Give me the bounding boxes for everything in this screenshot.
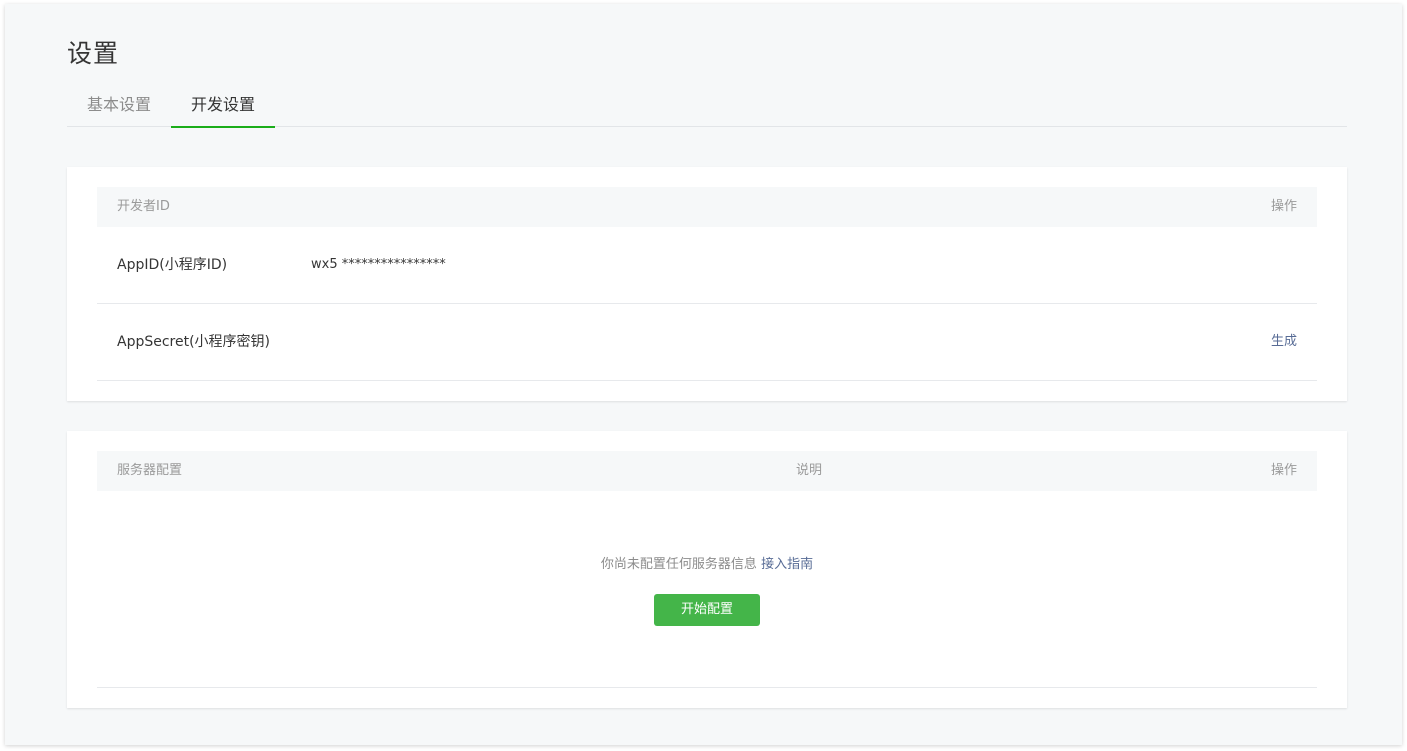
empty-state-message: 你尚未配置任何服务器信息 接入指南 — [97, 553, 1317, 572]
access-guide-link[interactable]: 接入指南 — [761, 557, 813, 572]
appid-value: wx5 **************** — [311, 257, 446, 272]
empty-state-text: 你尚未配置任何服务器信息 — [600, 557, 757, 572]
header-action: 操作 — [1270, 199, 1297, 214]
settings-tabs: 基本设置 开发设置 — [67, 90, 1347, 128]
start-config-button[interactable]: 开始配置 — [654, 594, 760, 626]
header-server-config: 服务器配置 — [117, 463, 183, 478]
server-config-table-header: 服务器配置 说明 操作 — [97, 451, 1317, 491]
appid-label: AppID(小程序ID) — [117, 257, 228, 273]
tab-dev-settings[interactable]: 开发设置 — [171, 90, 275, 128]
page-title: 设置 — [67, 39, 120, 68]
server-config-empty-state: 你尚未配置任何服务器信息 接入指南 开始配置 — [97, 491, 1317, 688]
table-row-appsecret: AppSecret(小程序密钥) 生成 — [97, 304, 1317, 381]
generate-secret-link[interactable]: 生成 — [1271, 304, 1297, 380]
appsecret-label: AppSecret(小程序密钥) — [117, 334, 271, 350]
header-description: 说明 — [796, 463, 823, 478]
header-action: 操作 — [1270, 463, 1297, 478]
tab-basic-settings[interactable]: 基本设置 — [67, 90, 171, 127]
developer-id-table-header: 开发者ID 操作 — [97, 187, 1317, 227]
table-row-appid: AppID(小程序ID) wx5 **************** — [97, 227, 1317, 304]
developer-id-card: 开发者ID 操作 AppID(小程序ID) wx5 **************… — [67, 167, 1347, 401]
server-config-card: 服务器配置 说明 操作 你尚未配置任何服务器信息 接入指南 开始配置 — [67, 431, 1347, 708]
settings-page: 设置 基本设置 开发设置 开发者ID 操作 AppID(小程序ID) wx5 *… — [5, 4, 1402, 745]
header-developer-id: 开发者ID — [117, 199, 170, 214]
